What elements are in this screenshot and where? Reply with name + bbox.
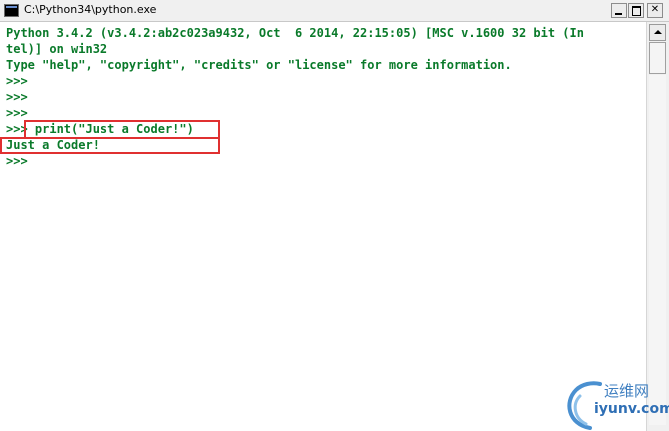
scroll-up-arrow-icon[interactable]	[649, 24, 666, 41]
console-line: tel)] on win32	[6, 42, 108, 56]
console-input-prompt[interactable]: >>>	[6, 153, 28, 169]
watermark-chinese-text: 运维网	[604, 382, 650, 400]
console-line: Type "help", "copyright", "credits" or "…	[6, 58, 512, 72]
scrollbar-thumb[interactable]	[649, 42, 666, 74]
minimize-button[interactable]	[611, 3, 627, 18]
scrollbar-track[interactable]	[649, 75, 666, 425]
watermark-url-text: iyunv.com	[594, 401, 669, 417]
console-line: Python 3.4.2 (v3.4.2:ab2c023a9432, Oct 6…	[6, 26, 584, 40]
console-prompt-line: >>>	[6, 74, 28, 88]
window-title: C:\Python34\python.exe	[24, 3, 157, 16]
console-prompt-line: >>>	[6, 106, 28, 120]
console-prompt-line: >>>	[6, 90, 28, 104]
watermark: 运维网 iyunv.com	[560, 378, 669, 430]
vertical-scrollbar[interactable]	[646, 22, 669, 431]
maximize-button[interactable]	[628, 3, 644, 18]
title-bar[interactable]: C:\Python34\python.exe ✕	[0, 0, 669, 22]
console-output-area[interactable]: Python 3.4.2 (v3.4.2:ab2c023a9432, Oct 6…	[0, 22, 646, 431]
output-highlight-box	[0, 137, 220, 154]
console-app-icon	[4, 4, 19, 17]
close-button[interactable]: ✕	[647, 3, 663, 18]
